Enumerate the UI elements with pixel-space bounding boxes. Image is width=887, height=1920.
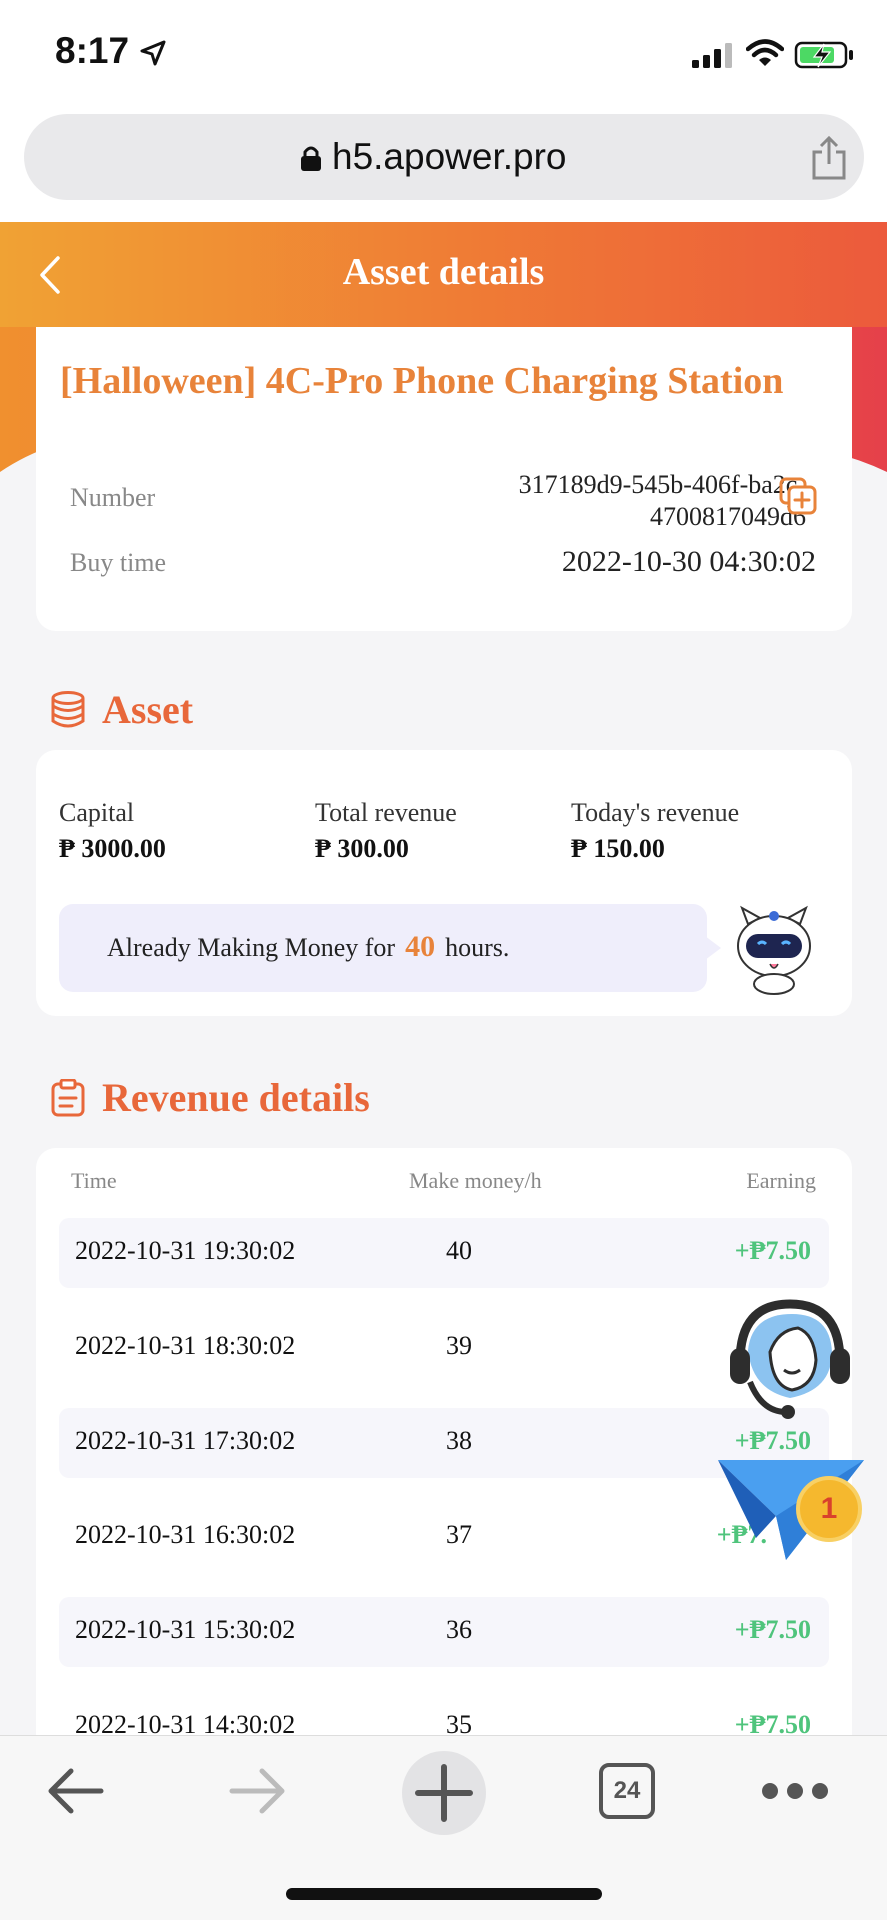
tabs-count-button[interactable]: 24	[599, 1763, 655, 1819]
home-indicator[interactable]	[286, 1888, 602, 1900]
table-row: 2022-10-31 16:30:02 37 +₱7.	[59, 1502, 829, 1572]
page-header: Asset details	[0, 222, 887, 327]
today-revenue-value: ₱ 150.00	[571, 834, 665, 863]
row-earning: +₱7.50	[734, 1236, 811, 1265]
total-revenue-stat: Total revenue ₱ 300.00	[315, 798, 457, 864]
table-row: 2022-10-31 18:30:02 39	[59, 1313, 829, 1383]
browser-address-area: h5.apower.pro	[0, 110, 887, 222]
forward-arrow-icon[interactable]	[228, 1766, 288, 1816]
row-make-money-value: 38	[446, 1426, 472, 1455]
copy-icon[interactable]	[779, 477, 817, 515]
location-arrow-icon	[140, 40, 166, 66]
making-money-prefix: Already Making Money for	[107, 933, 396, 962]
total-revenue-value: ₱ 300.00	[315, 834, 409, 863]
row-time: 2022-10-31 19:30:02	[75, 1236, 296, 1265]
share-icon[interactable]	[810, 136, 848, 180]
address-bar[interactable]: h5.apower.pro	[24, 114, 864, 200]
product-title: [Halloween] 4C-Pro Phone Charging Statio…	[60, 360, 784, 402]
row-make-money-value: 36	[446, 1615, 472, 1644]
number-value-line2: 4700817049d6	[650, 502, 806, 531]
product-card: [Halloween] 4C-Pro Phone Charging Statio…	[36, 327, 852, 631]
wifi-icon	[746, 39, 784, 66]
making-money-bubble: Already Making Money for 40 hours.	[59, 904, 707, 992]
asset-section-header: Asset	[50, 686, 193, 733]
column-header-make-money: Make money/h	[409, 1168, 542, 1193]
row-time: 2022-10-31 18:30:02	[75, 1331, 296, 1360]
coin-stack-icon	[51, 690, 85, 727]
capital-label: Capital	[59, 798, 135, 827]
making-money-suffix: hours.	[445, 933, 510, 962]
clipboard-icon	[51, 1078, 85, 1116]
table-row: 2022-10-31 17:30:02 38 +₱7.50	[59, 1408, 829, 1478]
row-earning: +₱7.50	[734, 1615, 811, 1644]
row-make-money-value: 39	[446, 1331, 472, 1360]
cellular-signal-icon	[692, 43, 732, 68]
revenue-section-title: Revenue details	[102, 1075, 370, 1120]
new-tab-button[interactable]	[402, 1751, 486, 1835]
asset-section-title: Asset	[102, 687, 194, 732]
capital-value: ₱ 3000.00	[59, 834, 166, 863]
number-label: Number	[70, 483, 156, 512]
number-value: 317189d9-545b-406f-ba2c- 4700817049d6	[436, 469, 806, 533]
robot-mascot-icon	[737, 905, 811, 995]
row-time: 2022-10-31 15:30:02	[75, 1615, 296, 1644]
row-make-money-value: 40	[446, 1236, 472, 1265]
row-earning: +₱7.50	[734, 1426, 811, 1455]
making-money-text: Already Making Money for 40 hours.	[107, 930, 509, 964]
lock-icon	[301, 146, 321, 171]
bubble-tail	[705, 936, 721, 960]
customer-support-icon[interactable]	[722, 1290, 858, 1426]
total-revenue-label: Total revenue	[315, 798, 457, 827]
status-time: 8:17	[55, 30, 130, 71]
status-bar: 8:17	[0, 0, 887, 110]
table-row: 2022-10-31 15:30:02 36 +₱7.50	[59, 1597, 829, 1667]
column-header-time: Time	[71, 1168, 117, 1193]
number-value-line1: 317189d9-545b-406f-ba2c-	[518, 470, 806, 499]
revenue-section-header: Revenue details	[50, 1074, 370, 1121]
back-arrow-icon[interactable]	[45, 1766, 105, 1816]
buy-time-value: 2022-10-30 04:30:02	[561, 545, 816, 578]
today-revenue-label: Today's revenue	[571, 798, 740, 827]
notification-badge: 1	[796, 1476, 862, 1542]
row-time: 2022-10-31 16:30:02	[75, 1520, 296, 1549]
page-title: Asset details	[342, 251, 545, 293]
more-options-icon[interactable]	[760, 1781, 830, 1801]
url-text: h5.apower.pro	[332, 136, 567, 177]
row-time: 2022-10-31 17:30:02	[75, 1426, 296, 1455]
making-money-hours: 40	[405, 930, 436, 963]
buy-time-label: Buy time	[70, 548, 167, 577]
paper-plane-widget[interactable]: 1	[716, 1456, 866, 1566]
column-header-earning: Earning	[746, 1168, 816, 1193]
table-row: 2022-10-31 19:30:02 40 +₱7.50	[59, 1218, 829, 1288]
row-make-money-value: 37	[446, 1520, 472, 1549]
capital-stat: Capital ₱ 3000.00	[59, 798, 166, 864]
today-revenue-stat: Today's revenue ₱ 150.00	[571, 798, 739, 864]
plus-icon	[415, 1764, 473, 1822]
asset-card: Capital ₱ 3000.00 Total revenue ₱ 300.00…	[36, 750, 852, 1016]
battery-charging-icon	[794, 41, 853, 69]
